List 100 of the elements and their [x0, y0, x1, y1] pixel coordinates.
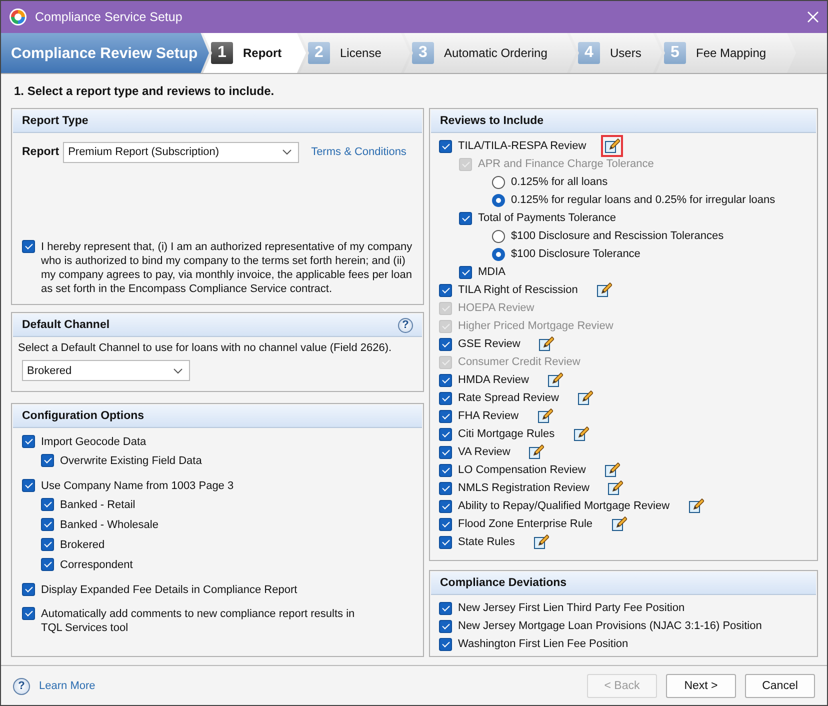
edit-icon[interactable]	[546, 372, 563, 388]
channel-select[interactable]: Brokered	[22, 360, 190, 381]
checkbox[interactable]	[41, 538, 54, 551]
edit-icon[interactable]	[607, 480, 624, 496]
review-label: HMDA Review	[458, 374, 529, 386]
checkbox[interactable]	[439, 464, 452, 476]
footer-button[interactable]: Next >	[666, 674, 736, 698]
checkbox[interactable]	[439, 602, 452, 614]
checkbox[interactable]	[22, 435, 35, 448]
radio-button[interactable]	[492, 248, 505, 260]
option-label: Automatically add comments to new compliance report results in TQL Services tool	[41, 607, 356, 635]
checkbox[interactable]	[22, 240, 35, 253]
wizard-title: Compliance Review Setup	[1, 33, 209, 73]
learn-more-link[interactable]: Learn More	[39, 680, 96, 692]
edit-icon[interactable]	[532, 534, 549, 550]
checkbox[interactable]	[439, 392, 452, 404]
checkbox[interactable]	[439, 518, 452, 530]
report-select[interactable]: Premium Report (Subscription)	[63, 142, 300, 162]
review-label: Flood Zone Enterprise Rule	[458, 518, 593, 530]
deviation-label: New Jersey Mortgage Loan Provisions (NJAC 3:1-16) Position	[458, 620, 762, 632]
help-icon[interactable]: ?	[398, 318, 413, 332]
review-label: VA Review	[458, 446, 510, 458]
review-label: GSE Review	[458, 338, 520, 350]
radio-button[interactable]	[492, 230, 505, 242]
edit-icon[interactable]	[596, 282, 612, 298]
close-icon[interactable]	[807, 11, 819, 23]
checkbox[interactable]	[459, 266, 472, 278]
review-label: Higher Priced Mortgage Review	[458, 320, 614, 332]
review-label: MDIA	[478, 266, 506, 278]
wizard-step-tab[interactable]: 5 Fee Mapping	[656, 33, 796, 73]
checkbox[interactable]	[439, 638, 452, 650]
checkbox[interactable]	[22, 479, 35, 492]
instruction-text: 1. Select a report type and reviews to include.	[14, 84, 274, 98]
checkbox[interactable]	[439, 482, 452, 494]
option-label: Use Company Name from 1003 Page 3	[41, 479, 234, 493]
review-label: FHA Review	[458, 410, 519, 422]
deviation-label: Washington First Lien Fee Position	[458, 638, 628, 650]
channel-description: Select a Default Channel to use for loans with no channel value (Field 2626).	[18, 342, 393, 354]
checkbox[interactable]	[439, 374, 452, 386]
report-label: Report	[22, 146, 60, 158]
wizard-step-tab[interactable]: 2 License	[300, 33, 410, 73]
review-label: APR and Finance Charge Tolerance	[478, 158, 654, 170]
window-title: Compliance Service Setup	[35, 10, 184, 24]
option-label: Correspondent	[60, 558, 133, 572]
review-label: Rate Spread Review	[458, 392, 559, 404]
option-label: Banked - Retail	[60, 498, 136, 512]
checkbox[interactable]	[439, 338, 452, 350]
checkbox[interactable]	[459, 212, 472, 224]
checkbox[interactable]	[439, 500, 452, 512]
review-label: Ability to Repay/Qualified Mortgage Review	[458, 500, 670, 512]
checkbox[interactable]	[41, 558, 54, 571]
checkbox[interactable]	[439, 140, 452, 152]
deviation-label: New Jersey First Lien Third Party Fee Position	[458, 602, 685, 614]
checkbox[interactable]	[41, 518, 54, 531]
checkbox[interactable]	[439, 620, 452, 632]
radio-label: 0.125% for regular loans and 0.25% for irregular loans	[511, 194, 776, 206]
review-label: Total of Payments Tolerance	[478, 212, 616, 224]
footer-button[interactable]: Cancel	[745, 674, 815, 698]
panel-title: Default Channel	[22, 319, 110, 331]
edit-icon[interactable]	[572, 426, 589, 442]
checkbox[interactable]	[22, 607, 35, 620]
edit-icon[interactable]	[610, 516, 627, 532]
wizard-step-tab[interactable]: 3 Automatic Ordering	[404, 33, 576, 73]
option-label: Display Expanded Fee Details in Compliance Report	[41, 583, 298, 597]
option-label: Import Geocode Data	[41, 435, 146, 449]
panel-title: Reviews to Include	[440, 115, 544, 127]
edit-icon[interactable]	[604, 138, 620, 154]
option-label: Banked - Wholesale	[60, 518, 158, 532]
help-icon[interactable]: ?	[13, 678, 30, 694]
review-label: Consumer Credit Review	[458, 356, 580, 368]
edit-icon[interactable]	[604, 462, 620, 478]
app-logo-icon	[9, 8, 27, 26]
radio-label: 0.125% for all loans	[511, 176, 608, 188]
edit-icon[interactable]	[528, 444, 544, 460]
option-label: Brokered	[60, 538, 105, 552]
checkbox[interactable]	[41, 454, 54, 467]
radio-label: $100 Disclosure Tolerance	[511, 248, 640, 260]
panel-title: Report Type	[22, 115, 88, 127]
checkbox[interactable]	[439, 536, 452, 548]
review-label: LO Compensation Review	[458, 464, 586, 476]
checkbox[interactable]	[41, 498, 54, 511]
radio-label: $100 Disclosure and Rescission Tolerances	[511, 230, 724, 242]
checkbox[interactable]	[439, 446, 452, 458]
edit-icon[interactable]	[538, 336, 554, 352]
review-label: State Rules	[458, 536, 515, 548]
edit-icon[interactable]	[576, 390, 593, 406]
terms-link[interactable]: Terms & Conditions	[311, 146, 406, 158]
panel-title: Compliance Deviations	[440, 577, 567, 589]
wizard-step-tab[interactable]: 4 Users	[570, 33, 662, 73]
review-label: HOEPA Review	[458, 302, 534, 314]
checkbox[interactable]	[439, 410, 452, 422]
panel-title: Configuration Options	[22, 410, 144, 422]
chevron-down-icon	[282, 149, 292, 155]
checkbox[interactable]	[439, 428, 452, 440]
agreement-text: I hereby represent that, (i) I am an authorized representative of my company who is authorized to bind my company to the terms set forth herein; and (ii) my company agrees to pay, via monthly invoice, the applicable fees per loan as set forth in the Encompass Compliance Service contract.	[41, 240, 413, 296]
edit-icon[interactable]	[536, 408, 553, 424]
checkbox[interactable]	[22, 583, 35, 596]
checkbox[interactable]	[439, 284, 452, 296]
wizard-step-tab[interactable]: 1 Report	[203, 33, 306, 73]
edit-icon[interactable]	[688, 498, 704, 514]
